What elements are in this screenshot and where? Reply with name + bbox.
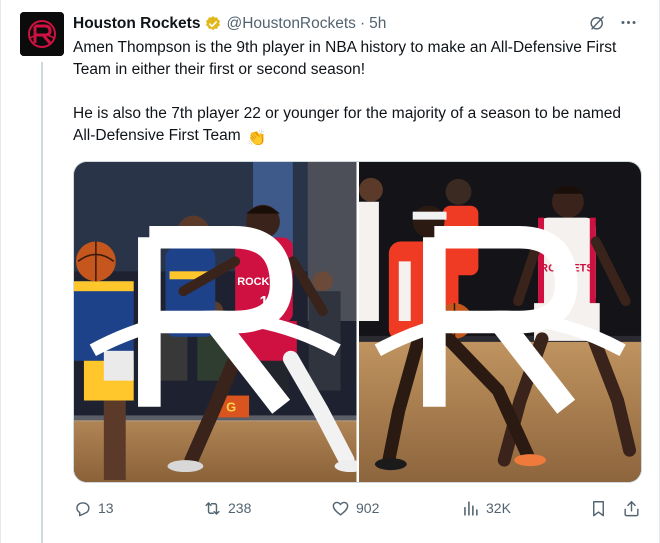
like-count: 902 [356, 500, 380, 516]
reply-count: 13 [98, 500, 114, 516]
like-button[interactable]: 902 [331, 499, 379, 518]
avatar[interactable] [20, 12, 64, 56]
share-button[interactable] [622, 499, 641, 518]
grok-icon[interactable] [588, 13, 607, 32]
views-icon [464, 500, 478, 516]
tweet-text: Amen Thompson is the 9th player in NBA h… [73, 37, 643, 150]
rockets-watermark-icon [89, 225, 341, 414]
display-name[interactable]: Houston Rockets [73, 15, 200, 33]
views-count: 32K [486, 500, 511, 516]
tweet-header: Houston Rockets @HoustonRockets · 5h [73, 13, 386, 35]
reply-button[interactable]: 13 [73, 499, 114, 518]
rockets-watermark-icon [374, 225, 626, 414]
media-grid: G ROCKETS 1 ROCKETS 1 [73, 161, 642, 483]
reply-icon [76, 501, 90, 516]
bookmark-icon [593, 500, 604, 516]
photo-1[interactable]: G ROCKETS 1 [74, 162, 357, 482]
top-actions [588, 13, 638, 32]
tweet-paragraph-2: He is also the 7th player 22 or younger … [73, 103, 643, 150]
timestamp[interactable]: 5h [369, 15, 386, 33]
handle[interactable]: @HoustonRockets [226, 15, 355, 33]
photo-2[interactable]: ROCKETS 1 [358, 162, 641, 482]
bookmark-button[interactable] [589, 499, 608, 518]
repost-count: 238 [228, 500, 252, 516]
share-icon [624, 500, 639, 516]
rockets-logo-icon [20, 12, 64, 56]
repost-icon [205, 501, 220, 515]
heart-icon [332, 501, 349, 516]
tweet-paragraph-2-text: He is also the 7th player 22 or younger … [73, 105, 621, 144]
tweet-paragraph-1: Amen Thompson is the 9th player in NBA h… [73, 39, 617, 78]
separator: · [359, 15, 366, 32]
action-bar: 13 238 902 32K [73, 496, 643, 520]
thread-line [41, 62, 43, 543]
clapping-hands-emoji: 👏 [247, 130, 267, 147]
verified-badge-icon[interactable] [204, 15, 222, 33]
views-button[interactable]: 32K [461, 499, 511, 518]
more-icon[interactable] [619, 13, 638, 32]
repost-button[interactable]: 238 [203, 499, 251, 518]
